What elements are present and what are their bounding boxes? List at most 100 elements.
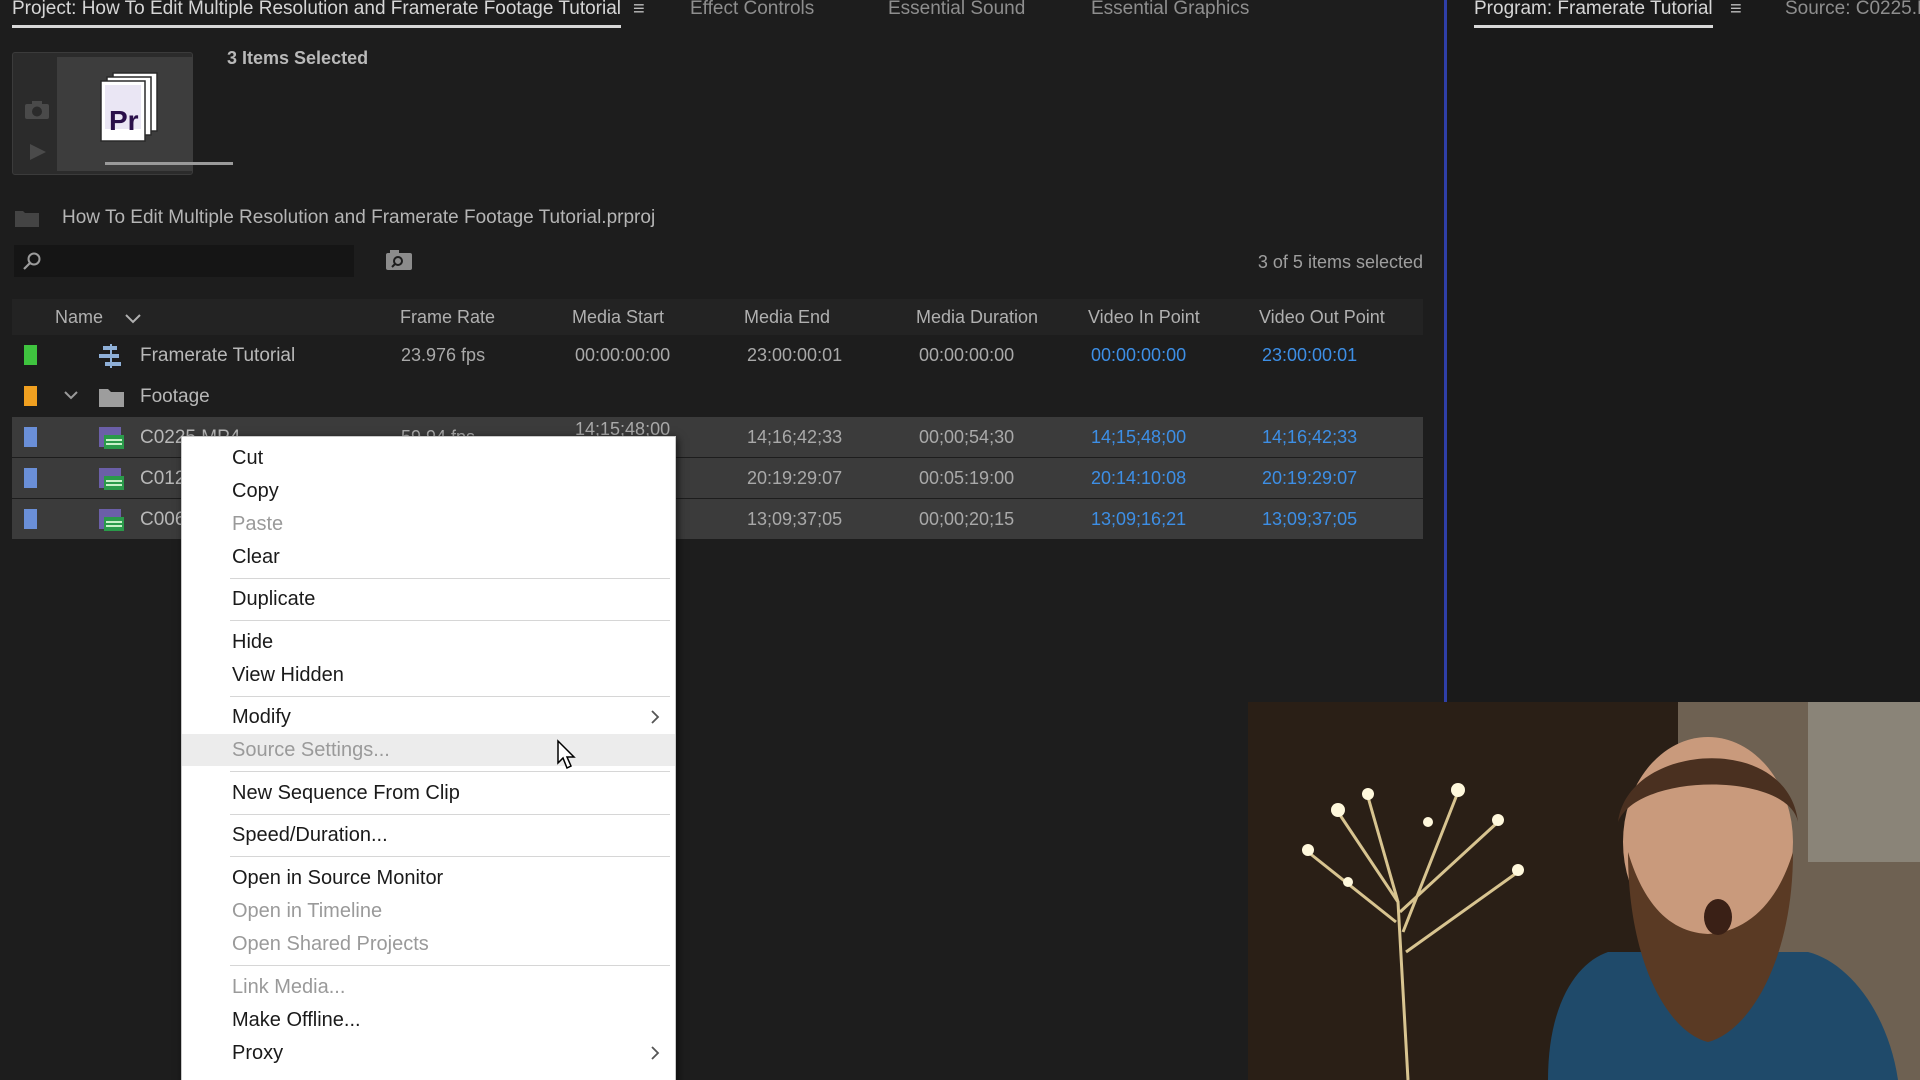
column-header-video-out-point[interactable]: Video Out Point [1259,307,1385,328]
media-duration-cell: 00:05:19:00 [919,468,1015,488]
sequence-icon [99,344,121,368]
menu-item-view-hidden[interactable]: View Hidden [182,659,675,691]
find-in-bin-icon[interactable] [385,249,413,271]
video-in-point-cell[interactable]: 14;15;48;00 [1091,427,1186,448]
table-row[interactable]: Framerate Tutorial 23.976 fps 00:00:00:0… [12,335,1423,375]
preview-thumbnail[interactable]: Pr [12,52,233,175]
chevron-right-icon [651,710,660,724]
column-header-media-end[interactable]: Media End [744,307,830,328]
video-in-point-cell[interactable]: 13;09;16;21 [1091,509,1186,530]
webcam-overlay [1248,702,1920,1080]
selection-count: 3 of 5 items selected [1257,252,1423,272]
clip-name: Framerate Tutorial [140,345,296,366]
menu-item-label: Proxy [232,1042,284,1064]
label-color-chip[interactable] [24,386,37,406]
menu-item-link-media: Link Media... [232,976,346,998]
menu-item-copy[interactable]: Copy [182,475,675,507]
label-color-chip[interactable] [24,468,37,488]
tab-project[interactable]: Project: How To Edit Multiple Resolution… [12,0,622,28]
column-header-media-duration[interactable]: Media Duration [916,307,1038,328]
video-out-point-cell[interactable]: 14;16;42;33 [1262,427,1357,448]
bin-name: Footage [140,386,210,407]
frame-rate-cell: 23.976 fps [401,345,486,365]
mouse-pointer-icon [557,739,576,770]
table-header: Name Frame Rate Media Start Media End Me… [12,299,1423,335]
items-selected-label: 3 Items Selected [227,48,369,68]
presenter-video-frame [1248,702,1920,1080]
video-clip-icon [99,468,124,490]
menu-item-cut[interactable]: Cut [182,442,675,474]
clip-name: C006 [140,509,186,530]
video-out-point-cell[interactable]: 23:00:00:01 [1262,345,1357,366]
thumbnail-frame: Pr [57,57,233,171]
column-header-frame-rate[interactable]: Frame Rate [400,307,495,328]
play-icon[interactable] [25,141,49,163]
menu-separator [230,771,670,772]
menu-item-open-in-timeline: Open in Timeline [232,900,383,922]
tab-source[interactable]: Source: C0225.M [1785,0,1920,28]
premiere-logo-text: Pr [109,105,139,136]
panel-tab-bar: Project: How To Edit Multiple Resolution… [0,0,1444,28]
menu-item-proxy[interactable]: Proxy [182,1037,675,1069]
search-icon [23,252,41,270]
menu-separator [230,965,670,966]
program-monitor-panel: Program: Framerate Tutorial ≡ Source: C0… [1447,0,1920,702]
media-start-cell: 00:00:00:00 [575,345,671,365]
menu-item-paste: Paste [232,513,284,535]
menu-item-open-shared-projects: Open Shared Projects [232,933,429,955]
tab-effect-controls[interactable]: Effect Controls [690,0,814,28]
menu-separator [230,696,670,697]
menu-separator [230,578,670,579]
chevron-down-icon[interactable] [62,386,80,404]
chevron-down-icon[interactable] [124,313,142,325]
menu-item-hide[interactable]: Hide [182,626,675,658]
menu-item-clear[interactable]: Clear [182,541,675,573]
tab-essential-graphics[interactable]: Essential Graphics [1091,0,1249,28]
menu-item-open-in-source-monitor[interactable]: Open in Source Monitor [182,862,675,894]
media-duration-cell: 00;00;54;30 [919,427,1015,447]
menu-separator [230,814,670,815]
menu-separator [230,856,670,857]
menu-item-duplicate[interactable]: Duplicate [182,583,675,615]
menu-item-modify[interactable]: Modify [182,701,675,733]
label-color-chip[interactable] [24,509,37,529]
search-input[interactable] [50,249,346,273]
column-header-name[interactable]: Name [55,307,103,328]
tab-essential-sound[interactable]: Essential Sound [888,0,1025,28]
chevron-right-icon [651,1046,660,1060]
label-color-chip[interactable] [24,427,37,447]
menu-item-source-settings: Source Settings... [182,734,675,766]
hamburger-icon[interactable]: ≡ [1730,0,1742,19]
media-duration-cell: 00;00;20;15 [919,509,1015,529]
column-header-video-in-point[interactable]: Video In Point [1088,307,1200,328]
media-end-cell: 23:00:00:01 [747,345,843,365]
folder-icon [99,389,124,407]
menu-item-speed-duration[interactable]: Speed/Duration... [182,819,675,851]
label-color-chip[interactable] [24,345,37,365]
project-file-name: How To Edit Multiple Resolution and Fram… [62,207,656,228]
table-row[interactable]: Footage [12,376,1423,416]
menu-item-make-offline[interactable]: Make Offline... [182,1004,675,1036]
clip-name: C012 [140,468,186,489]
menu-item-label: Modify [232,706,291,728]
menu-item-new-sequence-from-clip[interactable]: New Sequence From Clip [182,777,675,809]
media-end-cell: 20:19:29:07 [747,468,843,488]
column-header-media-start[interactable]: Media Start [572,307,664,328]
video-in-point-cell[interactable]: 20:14:10:08 [1091,468,1186,489]
video-clip-icon [99,509,124,531]
bin-folder-icon [15,211,39,227]
thumbnail-scrub-bar[interactable] [105,162,233,165]
media-duration-cell: 00:00:00:00 [919,345,1015,365]
video-out-point-cell[interactable]: 20:19:29:07 [1262,468,1357,489]
video-clip-icon [99,427,124,449]
media-end-cell: 14;16;42;33 [747,427,843,447]
search-field[interactable] [14,245,354,277]
menu-separator [230,620,670,621]
hamburger-icon[interactable]: ≡ [633,0,645,19]
tab-program[interactable]: Program: Framerate Tutorial [1474,0,1713,28]
media-end-cell: 13;09;37;05 [747,509,843,529]
poster-frame-icon[interactable] [23,99,51,121]
context-menu: Cut Copy Paste Clear Duplicate Hide View… [181,436,676,1080]
video-in-point-cell[interactable]: 00:00:00:00 [1091,345,1186,366]
video-out-point-cell[interactable]: 13;09;37;05 [1262,509,1357,530]
